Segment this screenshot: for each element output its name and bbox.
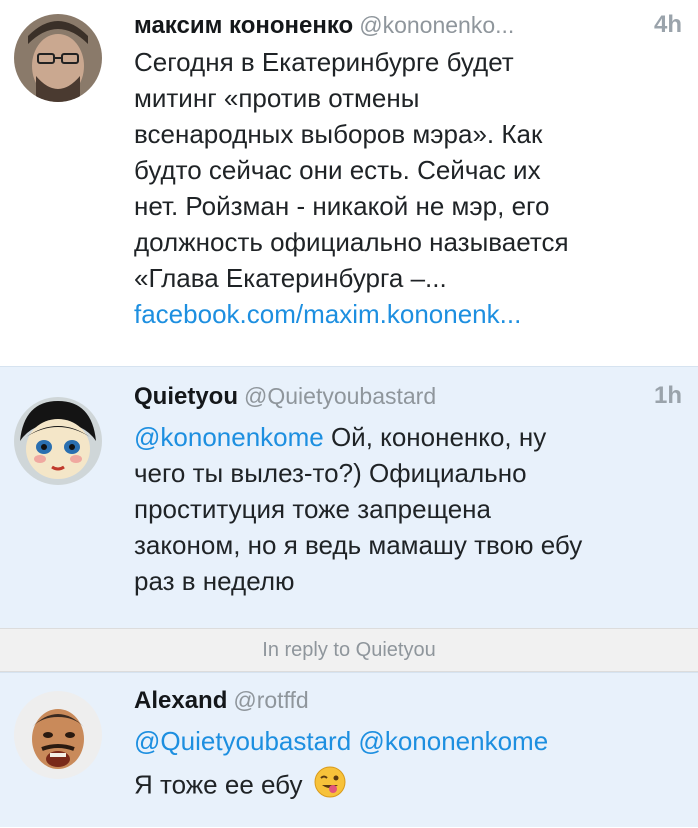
author-handle[interactable]: @kononenko... — [359, 12, 514, 38]
tweet-text: Сегодня в Екатеринбурге будет митинг «пр… — [134, 44, 684, 332]
text-line: раз в неделю — [134, 566, 295, 596]
text-line: должность официально называется — [134, 227, 569, 257]
text-line: Я тоже ее ебу — [134, 769, 303, 800]
text-line: нет. Ройзман - никакой не мэр, его — [134, 191, 550, 221]
author-handle[interactable]: @Quietyoubastard — [244, 383, 436, 409]
tweet-time[interactable]: 4h — [654, 6, 682, 44]
tweet-content: Quietyou @Quietyoubastard 1h @kononenkome… — [134, 377, 684, 599]
author-handle[interactable]: @rotffd — [233, 687, 308, 713]
author-name[interactable]: Alexand — [134, 687, 227, 714]
text-line: проституция тоже запрещена — [134, 494, 491, 524]
text-line: Сегодня в Екатеринбурге будет — [134, 47, 514, 77]
text-line: будто сейчас они есть. Сейчас их — [134, 155, 541, 185]
tweet-header: максим кононенко @kononenko... 4h — [134, 6, 684, 44]
tweet-text: @kononenkome Ой, кононенко, ну чего ты в… — [134, 419, 684, 599]
facebook-link[interactable]: facebook.com/maxim.kononenk... — [134, 299, 521, 329]
text-segment: Ой, кононенко, ну — [323, 422, 547, 452]
author-name[interactable]: максим кононенко — [134, 12, 353, 39]
tweet-header: Quietyou @Quietyoubastard 1h — [134, 377, 684, 415]
avatar-image — [14, 14, 102, 102]
avatar-image — [14, 691, 102, 779]
tweet-alexand[interactable]: Alexand @rotffd @Quietyoubastard @kononen… — [0, 672, 698, 827]
mention-kononenkome[interactable]: @kononenkome — [134, 422, 324, 452]
mention-quietyoubastard[interactable]: @Quietyoubastard — [134, 726, 351, 756]
text-line: всенародных выборов мэра». Как — [134, 119, 543, 149]
tweet-text: @Quietyoubastard @kononenkome Я тоже ее … — [134, 723, 684, 808]
tweet-quietyou[interactable]: Quietyou @Quietyoubastard 1h @kononenkome… — [0, 366, 698, 628]
tweet-header: Alexand @rotffd — [134, 681, 684, 719]
text-line: «Глава Екатеринбурга –... — [134, 263, 447, 293]
reply-divider[interactable]: In reply to Quietyou — [0, 628, 698, 672]
avatar-kononenko[interactable] — [14, 14, 102, 102]
tweet-content: максим кононенко @kononenko... 4h Сегодня… — [134, 6, 684, 332]
avatar-alexand[interactable] — [14, 691, 102, 779]
tweet-time[interactable]: 1h — [654, 377, 682, 415]
text-line: митинг «против отмены — [134, 83, 420, 113]
author-name[interactable]: Quietyou — [134, 383, 238, 410]
avatar-image — [14, 397, 102, 485]
tweet-content: Alexand @rotffd @Quietyoubastard @kononen… — [134, 681, 684, 808]
winking-face-with-tongue-icon — [313, 765, 347, 808]
mention-kononenkome[interactable]: @kononenkome — [358, 726, 548, 756]
reply-divider-label: In reply to Quietyou — [262, 639, 436, 661]
text-line: чего ты вылез-то?) Официально — [134, 458, 527, 488]
tweet-kononenko[interactable]: максим кононенко @kononenko... 4h Сегодня… — [0, 0, 698, 366]
text-line: законом, но я ведь мамашу твою ебу — [134, 530, 583, 560]
avatar-quietyou[interactable] — [14, 397, 102, 485]
